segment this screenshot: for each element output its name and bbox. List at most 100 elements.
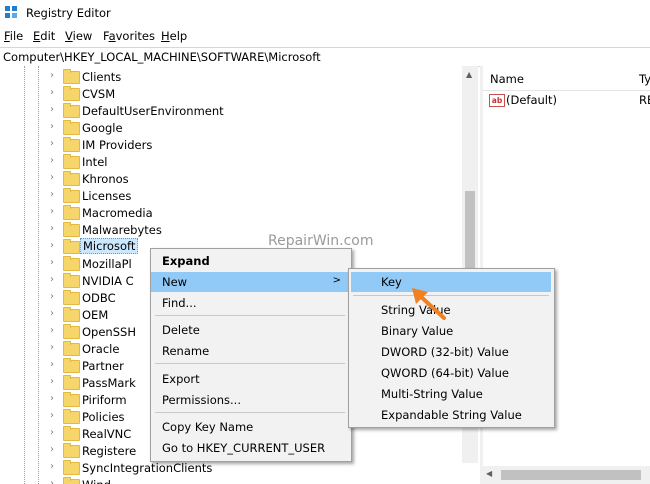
expand-chevron-icon[interactable]: › bbox=[50, 139, 60, 149]
tree-item-label: OEM bbox=[82, 308, 109, 322]
tree-item[interactable]: › Khronos bbox=[0, 170, 470, 187]
expand-chevron-icon[interactable]: › bbox=[50, 445, 60, 455]
tree-item-label: RealVNC bbox=[82, 427, 132, 441]
value-row[interactable]: ab (Default) RE bbox=[483, 91, 650, 108]
pointer-arrow-icon bbox=[412, 288, 446, 320]
expand-chevron-icon[interactable]: › bbox=[50, 190, 60, 200]
expand-chevron-icon[interactable]: › bbox=[50, 394, 60, 404]
menu-help[interactable]: Help bbox=[161, 29, 187, 43]
address-bar[interactable]: Computer\HKEY_LOCAL_MACHINE\SOFTWARE\Mic… bbox=[0, 47, 650, 67]
expand-chevron-icon[interactable]: › bbox=[50, 292, 60, 302]
tree-item-label: NVIDIA C bbox=[82, 274, 134, 288]
value-type: RE bbox=[639, 93, 650, 107]
expand-chevron-icon[interactable]: › bbox=[50, 275, 60, 285]
scroll-left-arrow-icon[interactable]: ◀ bbox=[486, 469, 492, 478]
menu-item-rename[interactable]: Rename bbox=[151, 341, 349, 361]
menu-item-permissions[interactable]: Permissions... bbox=[151, 390, 349, 410]
menu-item-find[interactable]: Find... bbox=[151, 293, 349, 313]
expand-chevron-icon[interactable]: › bbox=[50, 377, 60, 387]
tree-item-label: DefaultUserEnvironment bbox=[82, 104, 224, 118]
title-bar: Registry Editor bbox=[0, 0, 650, 26]
expand-chevron-icon[interactable]: › bbox=[50, 207, 60, 217]
folder-icon bbox=[63, 137, 80, 152]
column-name-header[interactable]: Name bbox=[490, 72, 524, 86]
tree-item[interactable]: › Clients bbox=[0, 68, 470, 85]
submenu-item-key[interactable]: Key bbox=[351, 272, 551, 292]
address-path[interactable]: Computer\HKEY_LOCAL_MACHINE\SOFTWARE\Mic… bbox=[3, 50, 321, 64]
tree-item-label: Registere bbox=[82, 444, 137, 458]
tree-item-label: Oracle bbox=[82, 342, 120, 356]
folder-icon bbox=[63, 222, 80, 237]
tree-item-label: Microsoft bbox=[80, 238, 139, 254]
tree-item-label: Google bbox=[82, 121, 123, 135]
submenu-item-binary-value[interactable]: Binary Value bbox=[349, 321, 552, 341]
expand-chevron-icon[interactable]: › bbox=[50, 241, 60, 251]
tree-item[interactable]: › CVSM bbox=[0, 85, 470, 102]
expand-chevron-icon[interactable]: › bbox=[50, 88, 60, 98]
expand-chevron-icon[interactable]: › bbox=[50, 411, 60, 421]
menu-separator bbox=[155, 412, 345, 413]
submenu-item-qword-value[interactable]: QWORD (64-bit) Value bbox=[349, 363, 552, 383]
folder-icon bbox=[63, 171, 80, 186]
menu-item-export[interactable]: Export bbox=[151, 369, 349, 389]
string-value-icon: ab bbox=[489, 94, 505, 107]
folder-icon bbox=[63, 443, 80, 458]
menu-favorites[interactable]: Favorites bbox=[103, 29, 155, 43]
expand-chevron-icon[interactable]: › bbox=[50, 326, 60, 336]
expand-chevron-icon[interactable]: › bbox=[50, 156, 60, 166]
tree-item-label: Khronos bbox=[82, 172, 129, 186]
tree-item[interactable]: › Licenses bbox=[0, 187, 470, 204]
tree-item[interactable]: › DefaultUserEnvironment bbox=[0, 102, 470, 119]
menu-edit[interactable]: Edit bbox=[33, 29, 55, 43]
tree-item-label: Partner bbox=[82, 359, 124, 373]
scroll-thumb[interactable] bbox=[501, 470, 641, 480]
tree-item[interactable]: › Macromedia bbox=[0, 204, 470, 221]
folder-icon bbox=[63, 239, 80, 254]
scroll-up-arrow-icon[interactable]: ▲ bbox=[466, 70, 472, 79]
submenu-arrow-icon: > bbox=[332, 275, 341, 286]
folder-icon bbox=[63, 205, 80, 220]
tree-item[interactable]: › Wind bbox=[0, 476, 470, 484]
folder-icon bbox=[63, 409, 80, 424]
expand-chevron-icon[interactable]: › bbox=[50, 309, 60, 319]
expand-chevron-icon[interactable]: › bbox=[50, 343, 60, 353]
menu-item-goto-hkcu[interactable]: Go to HKEY_CURRENT_USER bbox=[151, 438, 349, 458]
folder-icon bbox=[63, 154, 80, 169]
expand-chevron-icon[interactable]: › bbox=[50, 462, 60, 472]
expand-chevron-icon[interactable]: › bbox=[50, 479, 60, 484]
tree-item[interactable]: › Intel bbox=[0, 153, 470, 170]
tree-item[interactable]: › IM Providers bbox=[0, 136, 470, 153]
expand-chevron-icon[interactable]: › bbox=[50, 258, 60, 268]
tree-item-label: Licenses bbox=[82, 189, 132, 203]
menu-item-new[interactable]: New > bbox=[151, 272, 349, 292]
expand-chevron-icon[interactable]: › bbox=[50, 71, 60, 81]
menu-item-delete[interactable]: Delete bbox=[151, 320, 349, 340]
expand-chevron-icon[interactable]: › bbox=[50, 105, 60, 115]
tree-item[interactable]: › Google bbox=[0, 119, 470, 136]
tree-item-label: IM Providers bbox=[82, 138, 153, 152]
menu-item-copy-key-name[interactable]: Copy Key Name bbox=[151, 417, 349, 437]
expand-chevron-icon[interactable]: › bbox=[50, 122, 60, 132]
folder-icon bbox=[63, 392, 80, 407]
tree-item[interactable]: › Malwarebytes bbox=[0, 221, 470, 238]
menu-item-expand[interactable]: Expand bbox=[151, 251, 349, 271]
tree-item-label: Piriform bbox=[82, 393, 127, 407]
tree-item-label: Policies bbox=[82, 410, 125, 424]
folder-icon bbox=[63, 426, 80, 441]
submenu-item-dword-value[interactable]: DWORD (32-bit) Value bbox=[349, 342, 552, 362]
tree-item-label: Intel bbox=[82, 155, 108, 169]
values-horizontal-scrollbar[interactable]: ◀ bbox=[483, 466, 650, 484]
expand-chevron-icon[interactable]: › bbox=[50, 428, 60, 438]
submenu-item-string-value[interactable]: String Value bbox=[349, 300, 552, 320]
menu-view[interactable]: View bbox=[65, 29, 92, 43]
submenu-item-multi-string-value[interactable]: Multi-String Value bbox=[349, 384, 552, 404]
watermark-text: RepairWin.com bbox=[268, 233, 374, 249]
expand-chevron-icon[interactable]: › bbox=[50, 360, 60, 370]
column-type-header[interactable]: Ty bbox=[639, 72, 650, 86]
folder-icon bbox=[63, 120, 80, 135]
menu-file[interactable]: File bbox=[4, 29, 23, 43]
expand-chevron-icon[interactable]: › bbox=[50, 173, 60, 183]
tree-item-label: Wind bbox=[82, 478, 111, 484]
submenu-item-expandable-string-value[interactable]: Expandable String Value bbox=[349, 405, 552, 425]
expand-chevron-icon[interactable]: › bbox=[50, 224, 60, 234]
